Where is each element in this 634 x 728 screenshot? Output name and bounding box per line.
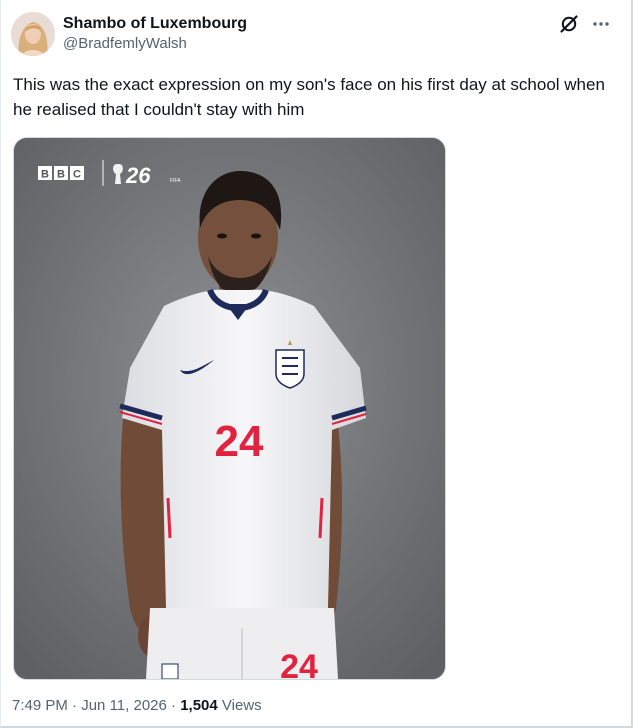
display-name[interactable]: Shambo of Luxembourg bbox=[63, 14, 247, 34]
svg-text:B: B bbox=[41, 169, 49, 181]
header-actions bbox=[559, 14, 611, 34]
svg-text:24: 24 bbox=[280, 648, 318, 679]
grok-icon[interactable] bbox=[559, 14, 579, 34]
tweet-date[interactable]: Jun 11, 2026 bbox=[81, 697, 167, 714]
tweet-image[interactable]: B B C 26 FIFA 24 24 bbox=[13, 137, 446, 680]
svg-text:C: C bbox=[73, 169, 81, 181]
views-label: Views bbox=[221, 697, 262, 714]
tweet-time[interactable]: 7:49 PM bbox=[12, 697, 68, 714]
avatar[interactable] bbox=[11, 12, 55, 56]
tweet-text: This was the exact expression on my son'… bbox=[13, 75, 605, 119]
bbc-logo: B B C bbox=[38, 166, 84, 181]
svg-text:FIFA: FIFA bbox=[170, 178, 181, 184]
meta-separator: · bbox=[72, 697, 78, 714]
views-count: 1,504 bbox=[180, 697, 218, 714]
tweet-card: Shambo of Luxembourg @BradfemlyWalsh Thi… bbox=[0, 0, 633, 728]
user-handle[interactable]: @BradfemlyWalsh bbox=[63, 34, 247, 54]
more-icon[interactable] bbox=[591, 14, 611, 34]
tweet-meta: 7:49 PM · Jun 11, 2026 · 1,504 Views bbox=[12, 697, 262, 714]
author-names: Shambo of Luxembourg @BradfemlyWalsh bbox=[63, 14, 247, 54]
tweet-header: Shambo of Luxembourg @BradfemlyWalsh bbox=[11, 12, 621, 60]
svg-text:26: 26 bbox=[125, 163, 151, 188]
meta-separator: · bbox=[171, 697, 177, 714]
svg-text:B: B bbox=[57, 169, 65, 181]
svg-text:24: 24 bbox=[215, 417, 264, 466]
